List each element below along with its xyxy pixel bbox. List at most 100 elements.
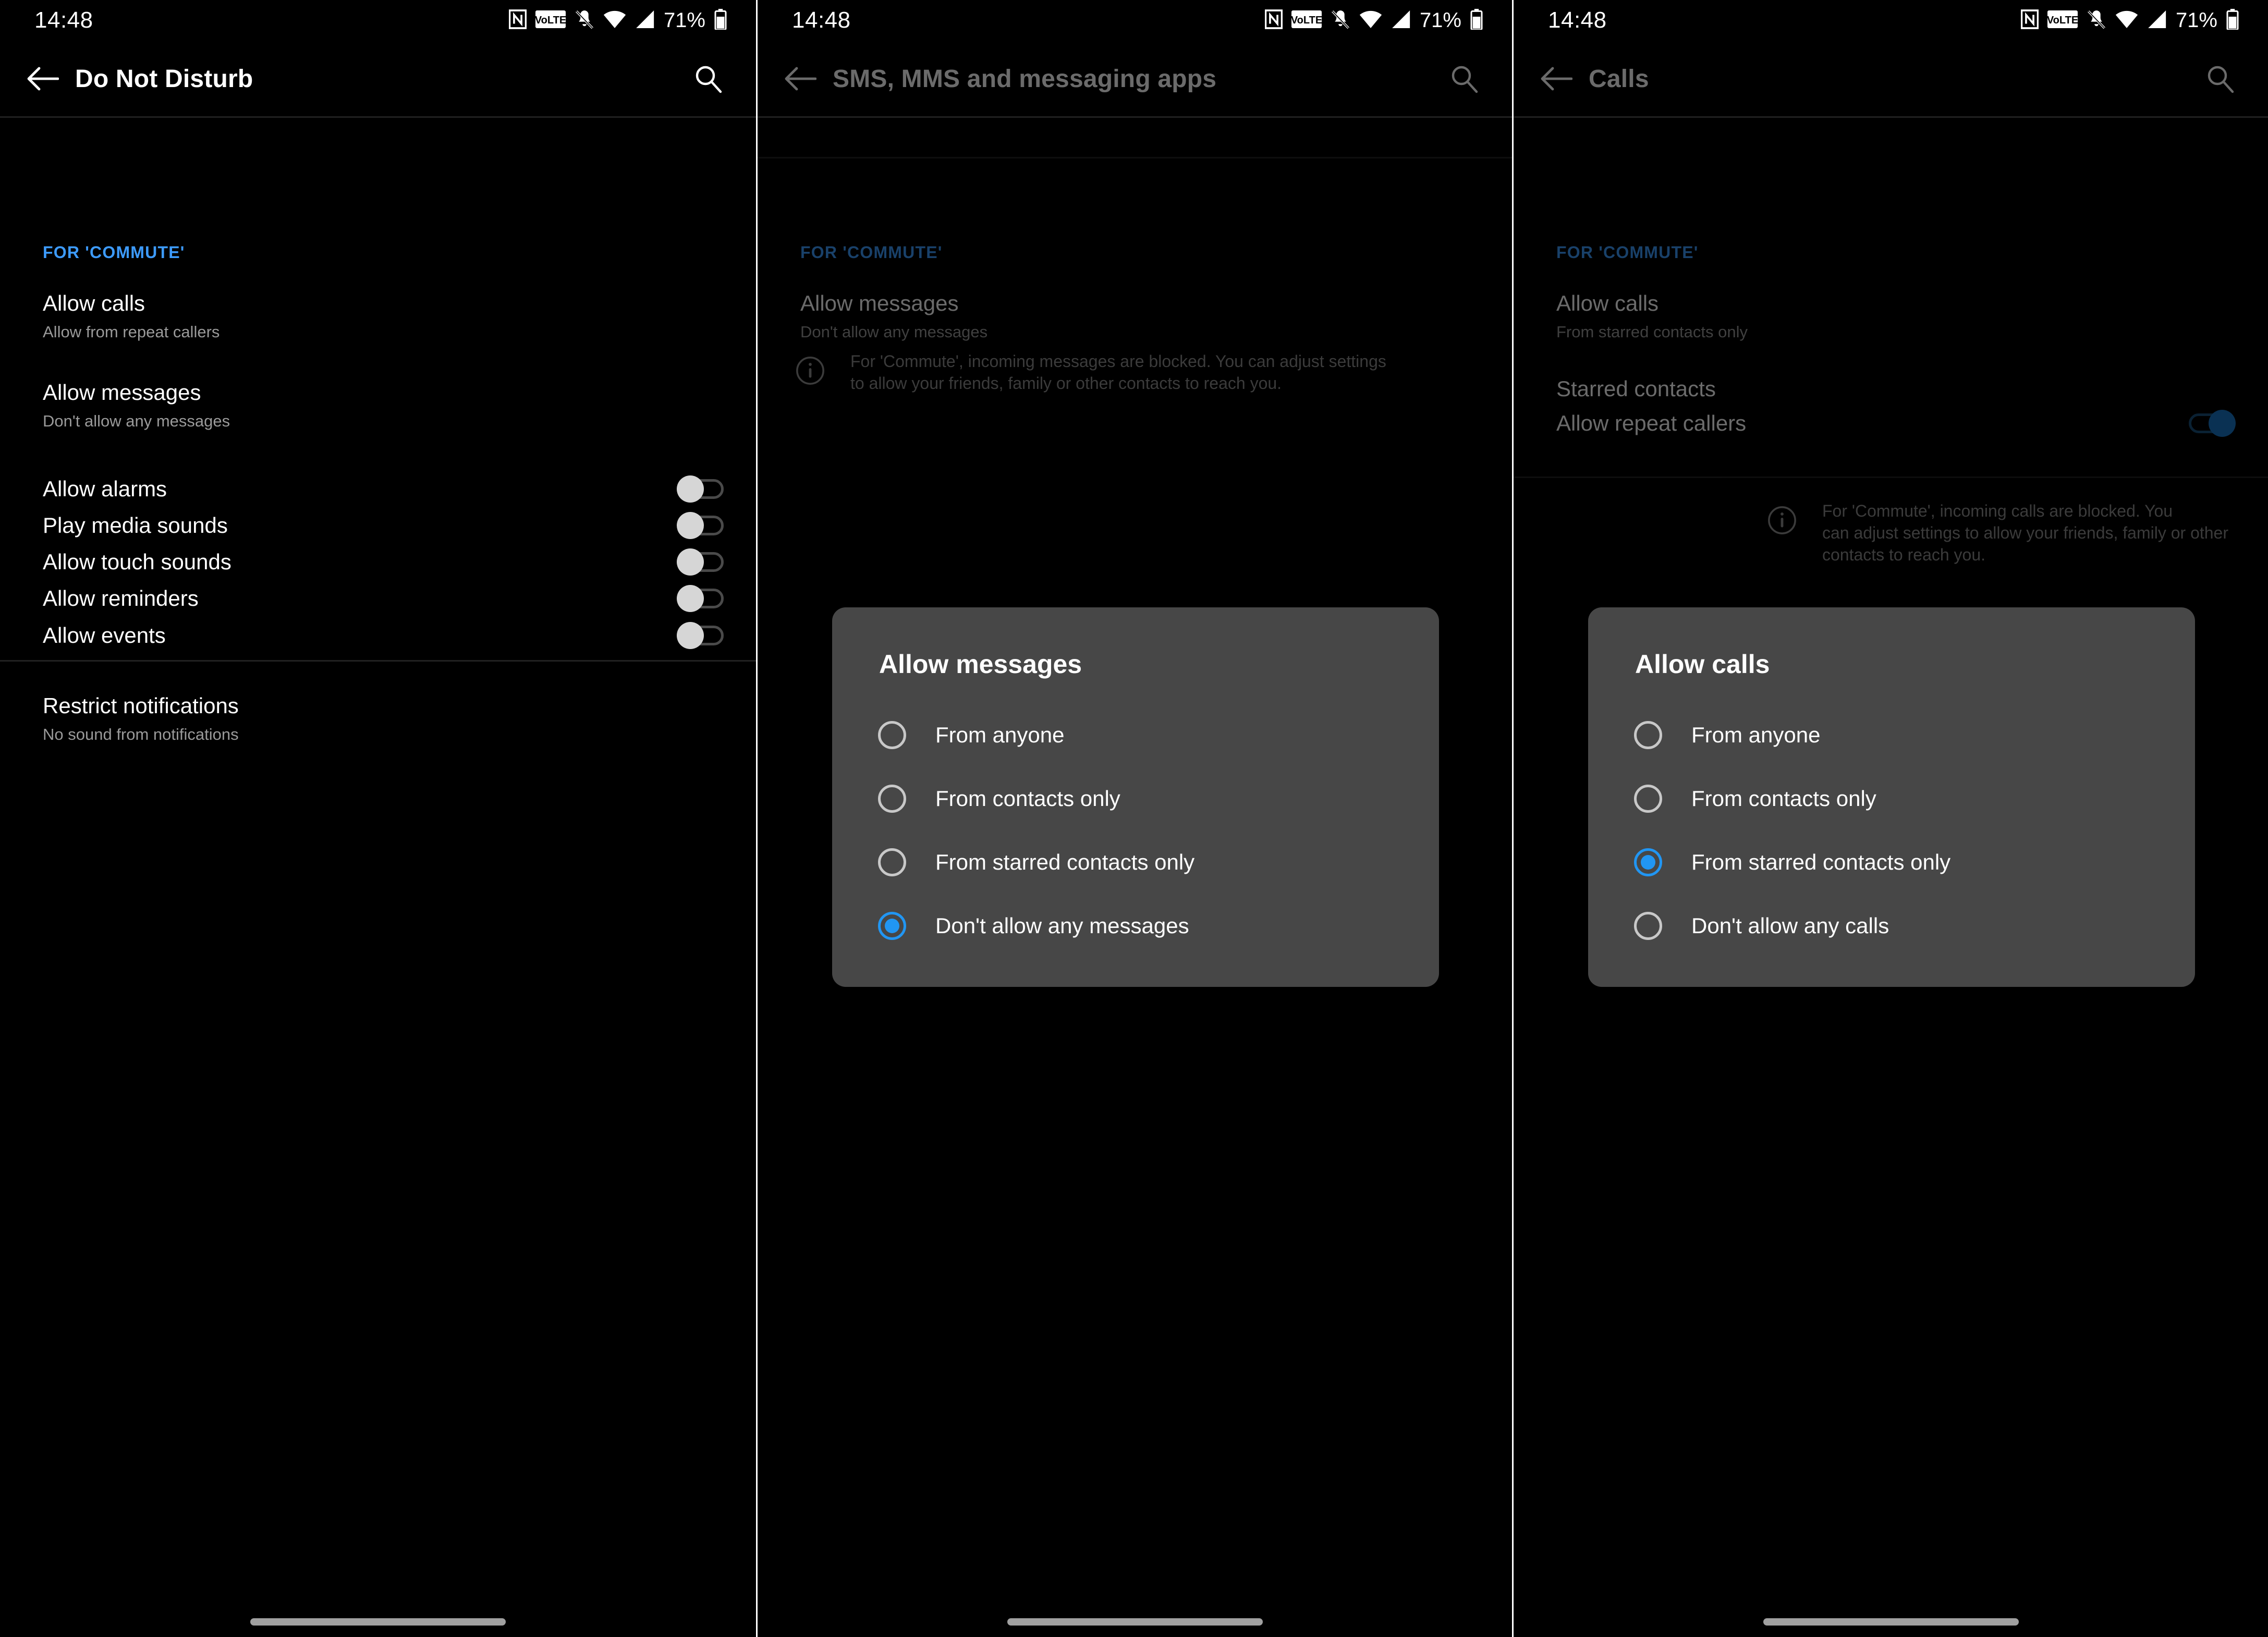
- dialog-radio-group: From anyone From contacts only From star…: [832, 679, 1439, 987]
- volte-icon: VoLTE: [535, 10, 566, 31]
- radio-option-from-anyone[interactable]: From anyone: [832, 703, 1439, 767]
- search-button[interactable]: [683, 54, 733, 104]
- radio-option-dont-allow-any-calls[interactable]: Don't allow any calls: [1588, 894, 2195, 958]
- list-item-title: Allow reminders: [43, 585, 199, 610]
- info-icon: [1767, 505, 1797, 538]
- volte-icon: VoLTE: [1291, 10, 1322, 31]
- list-item-title: Allow repeat callers: [1556, 410, 1747, 435]
- list-item-title: Allow calls: [43, 291, 145, 316]
- list-item-subtitle: Don't allow any messages: [800, 322, 988, 341]
- radio-option-label: From anyone: [935, 723, 1065, 747]
- list-item-allow-messages[interactable]: Allow messages Don't allow any messages: [758, 283, 1512, 350]
- radio-option-from-contacts-only[interactable]: From contacts only: [832, 767, 1439, 830]
- nfc-icon: [1264, 9, 1283, 32]
- radio-button-unselected-icon: [1634, 912, 1662, 940]
- list-item-allow-events[interactable]: Allow events: [0, 609, 756, 662]
- status-bar: 14:48 VoLTE 71%: [758, 0, 1512, 41]
- back-button[interactable]: [18, 54, 68, 104]
- radio-option-label: From anyone: [1691, 723, 1821, 747]
- radio-option-from-contacts-only[interactable]: From contacts only: [1588, 767, 2195, 830]
- list-item-title: Play media sounds: [43, 512, 228, 537]
- page-title: Do Not Disturb: [75, 65, 253, 93]
- list-item-title: Allow events: [43, 622, 166, 648]
- toggle-allow-events[interactable]: [677, 622, 724, 649]
- back-button[interactable]: [775, 54, 825, 104]
- status-bar: 14:48 VoLTE 71%: [0, 0, 756, 41]
- status-bar-icons: VoLTE 71%: [508, 8, 727, 32]
- battery-icon: [1470, 8, 1483, 32]
- volte-icon: VoLTE: [2047, 10, 2078, 31]
- toggle-allow-alarms[interactable]: [677, 475, 724, 503]
- toggle-play-media-sounds[interactable]: [677, 512, 724, 539]
- app-bar: Calls: [1514, 41, 2268, 117]
- section-label-commute: FOR 'COMMUTE': [1556, 243, 1699, 262]
- search-button[interactable]: [1439, 54, 1489, 104]
- switch-thumb: [677, 512, 704, 539]
- cellular-signal-icon: [635, 10, 655, 31]
- wifi-icon: [2115, 10, 2138, 31]
- switch-thumb: [677, 585, 704, 612]
- battery-icon: [2226, 8, 2239, 32]
- radio-button-unselected-icon: [1634, 721, 1662, 749]
- radio-button-unselected-icon: [878, 785, 906, 813]
- gesture-navigation-pill[interactable]: [1007, 1618, 1263, 1626]
- status-bar: 14:48 VoLTE 71%: [1514, 0, 2268, 41]
- info-message-block: For 'Commute', incoming calls are blocke…: [1729, 500, 2268, 566]
- search-icon: [2208, 66, 2234, 93]
- gesture-navigation-pill[interactable]: [1763, 1618, 2019, 1626]
- info-message-text: For 'Commute', incoming messages are blo…: [850, 352, 1386, 393]
- status-bar-clock: 14:48: [792, 7, 851, 33]
- list-item-subtitle: Don't allow any messages: [43, 411, 230, 430]
- notifications-off-icon: [2087, 9, 2106, 32]
- battery-icon: [714, 8, 727, 32]
- svg-text:VoLTE: VoLTE: [2047, 15, 2078, 26]
- switch-thumb: [677, 622, 704, 649]
- svg-text:VoLTE: VoLTE: [1291, 15, 1322, 26]
- list-item-subtitle: Allow from repeat callers: [43, 322, 220, 341]
- toggle-allow-repeat-callers[interactable]: [2189, 410, 2236, 437]
- nfc-icon: [2020, 9, 2039, 32]
- section-label-commute: FOR 'COMMUTE': [800, 243, 943, 262]
- dialog-title: Allow calls: [1635, 650, 1770, 679]
- list-divider: [1514, 477, 2268, 478]
- list-divider: [758, 157, 1512, 158]
- search-button[interactable]: [2195, 54, 2245, 104]
- info-message-block: For 'Commute', incoming messages are blo…: [758, 350, 1434, 394]
- battery-percent-label: 71%: [1419, 8, 1461, 32]
- back-button[interactable]: [1531, 54, 1581, 104]
- radio-button-selected-icon: [1634, 848, 1662, 876]
- gesture-navigation-pill[interactable]: [250, 1618, 506, 1626]
- status-bar-clock: 14:48: [1548, 7, 1607, 33]
- info-message-text-obscured: For 'Commute', incoming calls are blocke…: [1822, 502, 2228, 565]
- section-label-commute: FOR 'COMMUTE': [43, 243, 185, 262]
- toggle-allow-reminders[interactable]: [677, 585, 724, 612]
- list-item-restrict-notifications[interactable]: Restrict notifications No sound from not…: [0, 685, 756, 753]
- radio-option-label: From starred contacts only: [1691, 850, 1951, 874]
- list-item-title: Allow calls: [1556, 291, 1659, 316]
- nfc-icon: [508, 9, 527, 32]
- radio-button-selected-icon: [878, 912, 906, 940]
- panel-do-not-disturb: 14:48 VoLTE 71% Do Not Disturb FOR 'COMM…: [0, 0, 756, 1637]
- switch-thumb: [677, 475, 704, 503]
- list-item-allow-calls[interactable]: Allow calls Allow from repeat callers: [0, 283, 756, 350]
- list-item-allow-repeat-callers[interactable]: Allow repeat callers: [1514, 397, 2268, 449]
- radio-option-label: From contacts only: [935, 786, 1120, 811]
- status-bar-icons: VoLTE 71%: [2020, 8, 2239, 32]
- panel-sms-mms-messaging-apps: 14:48 VoLTE 71% SMS, MMS and messaging a…: [756, 0, 1512, 1637]
- back-arrow-icon: [27, 67, 59, 91]
- back-arrow-icon: [785, 67, 816, 91]
- panel-calls: 14:48 VoLTE 71% Calls FOR 'COMMUTE' Allo…: [1512, 0, 2268, 1637]
- toggle-allow-touch-sounds[interactable]: [677, 548, 724, 576]
- radio-option-from-starred-contacts-only[interactable]: From starred contacts only: [832, 830, 1439, 894]
- list-item-allow-calls[interactable]: Allow calls From starred contacts only: [1514, 283, 2268, 350]
- battery-percent-label: 71%: [663, 8, 705, 32]
- info-icon: [795, 356, 825, 388]
- radio-option-from-starred-contacts-only[interactable]: From starred contacts only: [1588, 830, 2195, 894]
- status-bar-clock: 14:48: [34, 7, 93, 33]
- radio-option-from-anyone[interactable]: From anyone: [1588, 703, 2195, 767]
- cellular-signal-icon: [2147, 10, 2167, 31]
- list-item-allow-messages[interactable]: Allow messages Don't allow any messages: [0, 372, 756, 439]
- radio-option-dont-allow-any-messages[interactable]: Don't allow any messages: [832, 894, 1439, 958]
- page-title: Calls: [1589, 65, 1649, 93]
- radio-option-label: Don't allow any messages: [935, 913, 1189, 938]
